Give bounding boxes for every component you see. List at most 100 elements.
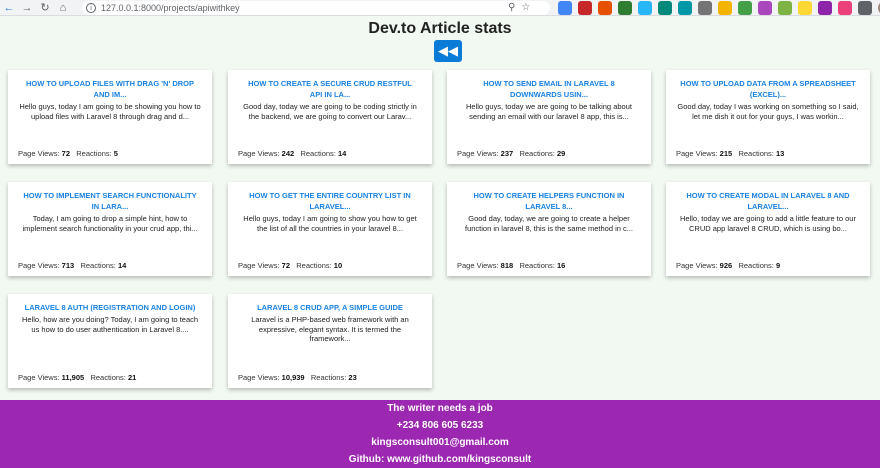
reactions-value: 10: [333, 261, 343, 270]
footer-email: kingsconsult001@gmail.com: [371, 437, 509, 448]
page-views-label: Page Views:: [676, 149, 718, 158]
page-views-label: Page Views:: [18, 373, 60, 382]
page-views-value: 215: [719, 149, 733, 158]
footer: The writer needs a job +234 806 605 6233…: [0, 400, 880, 468]
footer-job-text: The writer needs a job: [387, 403, 493, 414]
page-views-label: Page Views:: [238, 373, 280, 382]
article-card[interactable]: HOW TO UPLOAD DATA FROM A SPREADSHEET (E…: [666, 70, 870, 164]
article-stats: Page Views: 72 Reactions: 5: [18, 149, 118, 158]
article-excerpt: Good day, today we are going to be codin…: [243, 102, 417, 121]
article-card[interactable]: HOW TO CREATE HELPERS FUNCTION IN LARAVE…: [447, 182, 651, 276]
article-card[interactable]: LARAVEL 8 CRUD APP, A SIMPLE GUIDE Larave…: [228, 294, 432, 388]
article-excerpt: Hello guys, today I am going to be showi…: [19, 102, 201, 121]
address-bar[interactable]: i 127.0.0.1:8000/projects/apiwithkey: [82, 1, 550, 15]
article-card[interactable]: HOW TO UPLOAD FILES WITH DRAG 'N' DROP A…: [8, 70, 212, 164]
ext-rainbow-icon[interactable]: [758, 1, 772, 15]
article-stats: Page Views: 237 Reactions: 29: [457, 149, 565, 158]
reactions-label: Reactions:: [310, 373, 347, 382]
article-card[interactable]: HOW TO CREATE A SECURE CRUD RESTFUL API …: [228, 70, 432, 164]
ext-yellow-icon[interactable]: [798, 1, 812, 15]
ext-red-icon[interactable]: [578, 1, 592, 15]
article-title[interactable]: LARAVEL 8 CRUD APP, A SIMPLE GUIDE: [228, 294, 432, 313]
ext-orange-icon[interactable]: [598, 1, 612, 15]
reload-icon[interactable]: ↻: [36, 0, 54, 16]
article-stats: Page Views: 713 Reactions: 14: [18, 261, 126, 270]
zoom-icon[interactable]: ⚲: [508, 2, 515, 13]
reactions-label: Reactions:: [76, 149, 112, 158]
article-excerpt: Hello guys, today we are going to be tal…: [466, 102, 632, 121]
article-excerpt: Today, I am going to drop a simple hint,…: [22, 214, 198, 233]
article-card[interactable]: HOW TO SEND EMAIL IN LARAVEL 8 DOWNWARDS…: [447, 70, 651, 164]
page-views-label: Page Views:: [238, 149, 280, 158]
reactions-value: 21: [127, 373, 137, 382]
article-title[interactable]: HOW TO SEND EMAIL IN LARAVEL 8 DOWNWARDS…: [447, 70, 651, 100]
ext-teal-icon[interactable]: [658, 1, 672, 15]
article-excerpt: Good day, today I was working on somethi…: [677, 102, 859, 121]
page-views-label: Page Views:: [457, 261, 499, 270]
ext-purple-icon[interactable]: [818, 1, 832, 15]
page-views-value: 713: [61, 261, 75, 270]
puzzle-icon[interactable]: [858, 1, 872, 15]
article-card[interactable]: HOW TO CREATE MODAL IN LARAVEL 8 AND LAR…: [666, 182, 870, 276]
article-title[interactable]: HOW TO UPLOAD FILES WITH DRAG 'N' DROP A…: [8, 70, 212, 100]
star-icon[interactable]: ☆: [521, 2, 530, 13]
article-card[interactable]: HOW TO GET THE ENTIRE COUNTRY LIST IN LA…: [228, 182, 432, 276]
ext-lightblue-icon[interactable]: [638, 1, 652, 15]
article-card[interactable]: LARAVEL 8 AUTH (REGISTRATION AND LOGIN) H…: [8, 294, 212, 388]
article-stats: Page Views: 242 Reactions: 14: [238, 149, 346, 158]
ext-gray-icon[interactable]: [698, 1, 712, 15]
ext-green2-icon[interactable]: [738, 1, 752, 15]
article-stats: Page Views: 818 Reactions: 16: [457, 261, 565, 270]
page-views-label: Page Views:: [457, 149, 499, 158]
reactions-value: 29: [556, 149, 566, 158]
article-excerpt: Good day, today, we are going to create …: [465, 214, 633, 233]
reactions-label: Reactions:: [519, 261, 555, 270]
rewind-icon: ◀◀: [438, 43, 458, 58]
browser-toolbar: ← → ↻ ⌂ i 127.0.0.1:8000/projects/apiwit…: [0, 0, 880, 16]
article-stats: Page Views: 926 Reactions: 9: [676, 261, 780, 270]
ext-cyan-icon[interactable]: [678, 1, 692, 15]
article-excerpt: Hello, today we are going to add a littl…: [680, 214, 856, 233]
reactions-label: Reactions:: [738, 261, 774, 270]
article-title[interactable]: HOW TO CREATE MODAL IN LARAVEL 8 AND LAR…: [666, 182, 870, 212]
footer-phone: +234 806 605 6233: [396, 420, 484, 431]
article-title[interactable]: HOW TO CREATE HELPERS FUNCTION IN LARAVE…: [447, 182, 651, 212]
page-views-value: 818: [500, 261, 514, 270]
page-views-value: 11,905: [61, 373, 85, 382]
forward-arrow-icon[interactable]: →: [18, 0, 36, 16]
article-excerpt: Laravel is a PHP-based web framework wit…: [251, 315, 409, 343]
article-title[interactable]: LARAVEL 8 AUTH (REGISTRATION AND LOGIN): [8, 294, 212, 313]
article-title[interactable]: HOW TO CREATE A SECURE CRUD RESTFUL API …: [228, 70, 432, 100]
reactions-label: Reactions:: [90, 373, 126, 382]
url-text: 127.0.0.1:8000/projects/apiwithkey: [101, 3, 240, 13]
reactions-label: Reactions:: [519, 149, 555, 158]
reactions-value: 16: [556, 261, 566, 270]
page-views-value: 242: [281, 149, 295, 158]
article-card[interactable]: HOW TO IMPLEMENT SEARCH FUNCTIONALITY IN…: [8, 182, 212, 276]
reactions-value: 5: [113, 149, 118, 158]
ext-blue-icon[interactable]: [558, 1, 572, 15]
article-stats: Page Views: 72 Reactions: 10: [238, 261, 342, 270]
ext-pink-icon[interactable]: [838, 1, 852, 15]
info-icon[interactable]: i: [86, 3, 96, 13]
article-title[interactable]: HOW TO IMPLEMENT SEARCH FUNCTIONALITY IN…: [8, 182, 212, 212]
reactions-value: 14: [337, 149, 347, 158]
article-stats: Page Views: 215 Reactions: 13: [676, 149, 784, 158]
article-excerpt: Hello, how are you doing? Today, I am go…: [21, 315, 199, 334]
reactions-label: Reactions:: [296, 261, 332, 270]
page-views-label: Page Views:: [18, 149, 60, 158]
home-icon[interactable]: ⌂: [54, 0, 72, 16]
page-title: Dev.to Article stats: [368, 20, 512, 37]
back-button[interactable]: ◀◀: [434, 40, 462, 62]
article-title[interactable]: HOW TO UPLOAD DATA FROM A SPREADSHEET (E…: [666, 70, 870, 100]
ext-green-icon[interactable]: [618, 1, 632, 15]
page-views-value: 10,939: [281, 373, 305, 382]
back-arrow-icon[interactable]: ←: [0, 0, 18, 16]
reactions-label: Reactions:: [738, 149, 774, 158]
reactions-label: Reactions:: [80, 261, 116, 270]
page-views-value: 926: [719, 261, 733, 270]
reactions-value: 23: [348, 373, 357, 382]
ext-lime-icon[interactable]: [778, 1, 792, 15]
ext-multicolor-icon[interactable]: [718, 1, 732, 15]
article-title[interactable]: HOW TO GET THE ENTIRE COUNTRY LIST IN LA…: [228, 182, 432, 212]
